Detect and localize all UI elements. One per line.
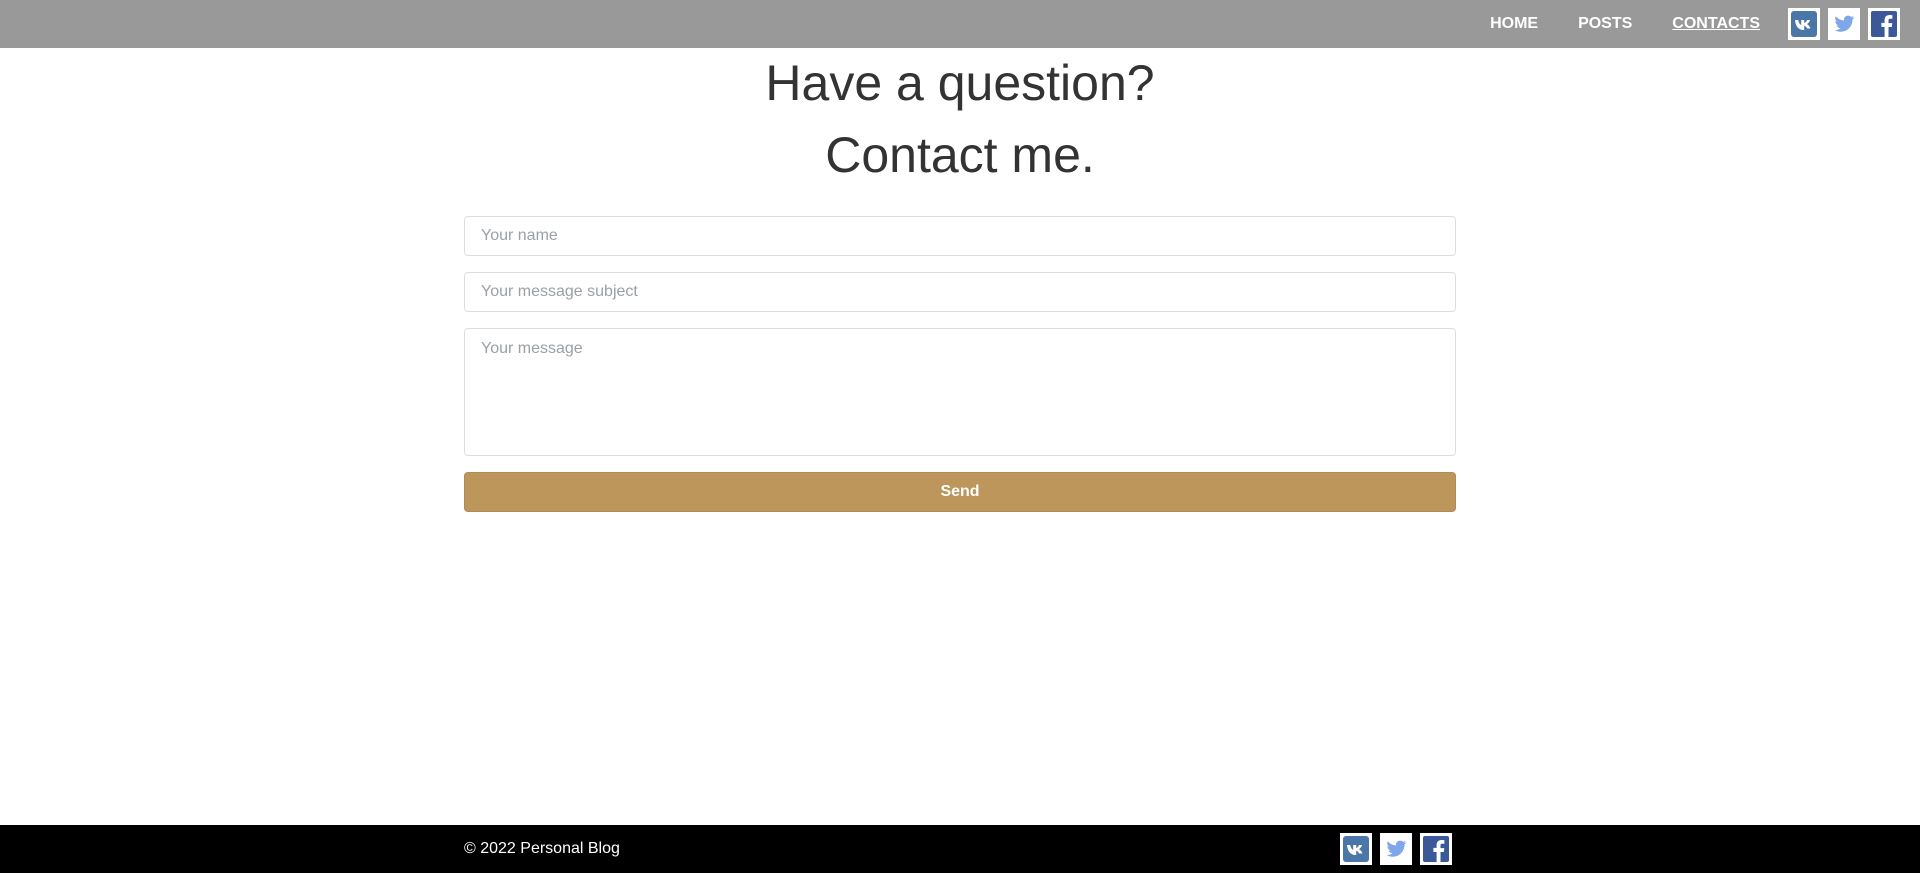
footer-social-links (1340, 833, 1452, 865)
top-navbar: HOME POSTS CONTACTS (0, 0, 1920, 48)
twitter-icon[interactable] (1828, 8, 1860, 40)
page-title-line2: Contact me. (825, 127, 1095, 183)
header-social-links (1788, 8, 1900, 40)
send-button[interactable]: Send (464, 472, 1456, 512)
main-nav: HOME POSTS CONTACTS (1490, 0, 1760, 48)
facebook-icon[interactable] (1420, 833, 1452, 865)
copyright-text: © 2022 Personal Blog (464, 840, 620, 857)
subject-input[interactable] (464, 272, 1456, 312)
name-input[interactable] (464, 216, 1456, 256)
message-textarea[interactable] (464, 328, 1456, 456)
twitter-icon[interactable] (1380, 833, 1412, 865)
nav-posts-link[interactable]: POSTS (1578, 15, 1632, 33)
nav-home-link[interactable]: HOME (1490, 15, 1538, 33)
footer: © 2022 Personal Blog (0, 825, 1920, 873)
page-title-line1: Have a question? (765, 55, 1155, 111)
vk-icon[interactable] (1340, 833, 1372, 865)
nav-contacts-link[interactable]: CONTACTS (1672, 15, 1760, 33)
vk-icon[interactable] (1788, 8, 1820, 40)
facebook-icon[interactable] (1868, 8, 1900, 40)
